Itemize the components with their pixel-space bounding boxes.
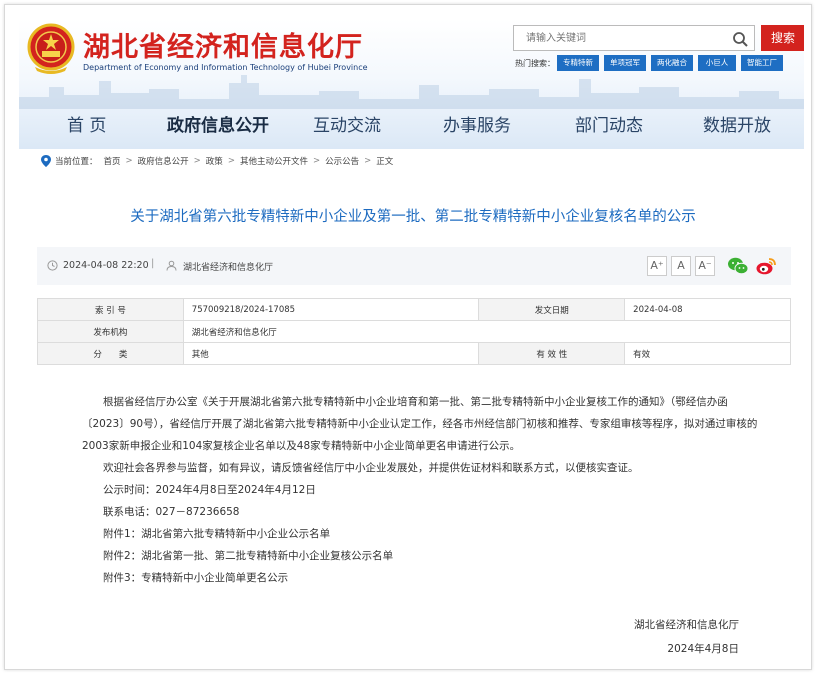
- hot-search-label: 热门搜索：: [515, 59, 555, 68]
- article-source: 湖北省经济和信息化厅: [183, 263, 274, 273]
- site-title: 湖北省经济和信息化厅: [83, 32, 363, 63]
- article-title: 关于湖北省第六批专精特新中小企业及第一批、第二批专精特新中小企业复核名单的公示: [130, 209, 696, 225]
- breadcrumb-separator: >: [227, 156, 235, 166]
- page-frame: 湖北省经济和信息化厅 Department of Economy and Inf…: [4, 4, 812, 670]
- info-value-category: 其他: [182, 342, 480, 365]
- article-body: 根据省经信厅办公室《关于开展湖北省第六批专精特新中小企业培育和第一批、第二批专精…: [82, 391, 758, 589]
- user-icon: [166, 260, 177, 271]
- body-paragraph: 欢迎社会各界参与监督，如有异议，请反馈省经信厅中小企业发展处，并提供佐证材料和联…: [103, 462, 639, 474]
- hot-search-tags: 专精特新 单项冠军 两化融合 小巨人 智能工厂: [557, 55, 783, 71]
- nav-item-interaction[interactable]: 互动交流: [313, 111, 381, 136]
- font-size-large-button[interactable]: A⁺: [647, 256, 667, 276]
- font-size-small-button[interactable]: A⁻: [695, 256, 715, 276]
- hot-search-tag[interactable]: 智能工厂: [741, 55, 783, 71]
- hot-search-tag[interactable]: 专精特新: [557, 55, 599, 71]
- body-paragraph: 公示时间：2024年4月8日至2024年4月12日: [103, 484, 316, 496]
- location-pin-icon: [41, 155, 51, 167]
- font-size-medium-button[interactable]: A: [671, 256, 691, 276]
- info-value-publisher: 湖北省经济和信息化厅: [182, 320, 792, 343]
- info-key-date: 发文日期: [478, 298, 626, 321]
- breadcrumb-item-notices[interactable]: 公示公告: [325, 155, 359, 167]
- meta-divider: |: [151, 258, 155, 269]
- body-paragraph: 联系电话：027－87236658: [103, 506, 240, 518]
- nav-item-services[interactable]: 办事服务: [443, 111, 511, 136]
- national-emblem-icon: [27, 23, 75, 74]
- publish-date: 2024-04-08 22:20: [63, 260, 149, 271]
- hot-search-tag[interactable]: 两化融合: [651, 55, 693, 71]
- search-icon[interactable]: [732, 31, 748, 47]
- info-key-publisher: 发布机构: [37, 320, 184, 343]
- clock-icon: [47, 260, 58, 271]
- hot-search-tag[interactable]: 小巨人: [698, 55, 736, 71]
- info-value-validity: 有效: [624, 342, 791, 365]
- breadcrumb-label: 当前位置：: [55, 157, 98, 167]
- info-key-index: 索 引 号: [37, 298, 184, 321]
- breadcrumb-separator: >: [125, 156, 133, 166]
- nav-item-news[interactable]: 部门动态: [575, 111, 643, 136]
- body-paragraph: 根据省经信厅办公室《关于开展湖北省第六批专精特新中小企业培育和第一批、第二批专精…: [82, 396, 758, 452]
- main-nav: 首 页 政府信息公开 互动交流 办事服务 部门动态 数据开放: [19, 99, 804, 143]
- table-row: 索 引 号 757009218/2024-17085 发文日期 2024-04-…: [37, 298, 791, 321]
- hot-search-tag[interactable]: 单项冠军: [604, 55, 646, 71]
- attachment-link[interactable]: 附件1：湖北省第六批专精特新中小企业公示名单: [82, 523, 758, 545]
- nav-item-home[interactable]: 首 页: [67, 111, 106, 136]
- breadcrumb-item-current: 正文: [376, 157, 394, 167]
- breadcrumb-item-other-files[interactable]: 其他主动公开文件: [240, 155, 308, 167]
- info-key-validity: 有 效 性: [478, 342, 626, 365]
- info-value-index: 757009218/2024-17085: [182, 298, 480, 321]
- wechat-icon[interactable]: [727, 256, 749, 276]
- breadcrumb-item-home[interactable]: 首页: [104, 155, 121, 167]
- info-key-category: 分 类: [37, 342, 184, 365]
- attachment-link[interactable]: 附件3：专精特新中小企业简单更名公示: [82, 567, 758, 589]
- search-button[interactable]: 搜索: [761, 25, 804, 51]
- breadcrumb-separator: >: [312, 156, 321, 166]
- info-value-date: 2024-04-08: [624, 298, 791, 321]
- site-subtitle: Department of Economy and Information Te…: [83, 63, 368, 72]
- breadcrumb: 当前位置： 首页 > 政府信息公开 > 政策 > 其他主动公开文件 > 公示公告…: [41, 155, 393, 167]
- search-box: [513, 25, 755, 51]
- breadcrumb-separator: >: [364, 156, 372, 166]
- breadcrumb-item-policy[interactable]: 政策: [206, 155, 223, 167]
- nav-item-open-data[interactable]: 数据开放: [703, 111, 771, 136]
- document-info-table: 索 引 号 757009218/2024-17085 发文日期 2024-04-…: [37, 298, 792, 365]
- table-row: 发布机构 湖北省经济和信息化厅: [37, 320, 792, 343]
- nav-item-gov-info[interactable]: 政府信息公开: [167, 111, 269, 136]
- attachment-link[interactable]: 附件2：湖北省第一批、第二批专精特新中小企业复核公示名单: [82, 545, 758, 567]
- weibo-icon[interactable]: [755, 256, 777, 276]
- signature: 湖北省经济和信息化厅: [634, 619, 739, 631]
- article-meta-bar: 2024-04-08 22:20 | 湖北省经济和信息化厅 A⁺ A A⁻: [37, 247, 791, 285]
- breadcrumb-item-gov-info[interactable]: 政府信息公开: [138, 155, 189, 167]
- breadcrumb-separator: >: [193, 156, 201, 166]
- signature-date: 2024年4月8日: [667, 643, 739, 655]
- table-row: 分 类 其他 有 效 性 有效: [37, 342, 791, 365]
- search-input[interactable]: [514, 26, 724, 51]
